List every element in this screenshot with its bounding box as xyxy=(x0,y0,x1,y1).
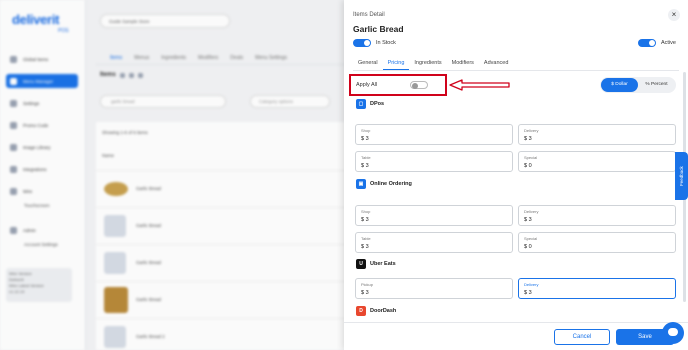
section-doordash: D DoorDash xyxy=(356,306,396,316)
uber-delivery-field[interactable]: Delivery $ 3 xyxy=(518,278,676,299)
online-special-field[interactable]: Special $ 0 xyxy=(518,232,676,253)
backdrop[interactable] xyxy=(0,0,344,350)
tab-ingredients[interactable]: Ingredients xyxy=(409,59,446,70)
tab-pricing[interactable]: Pricing xyxy=(382,59,410,70)
uber-pickup-field[interactable]: Pickup $ 3 xyxy=(355,278,513,299)
chat-icon[interactable] xyxy=(662,322,684,344)
dpos-shop-field[interactable]: Shop $ 3 xyxy=(355,124,513,145)
section-uber-eats: U Uber Eats xyxy=(356,259,396,269)
dpos-delivery-field[interactable]: Delivery $ 3 xyxy=(518,124,676,145)
tab-general[interactable]: General xyxy=(353,59,383,70)
close-icon[interactable]: × xyxy=(668,9,680,21)
online-shop-field[interactable]: Shop $ 3 xyxy=(355,205,513,226)
percent-option[interactable]: % Percent xyxy=(638,78,675,92)
price-mode-segment: $ Dollar % Percent xyxy=(600,77,676,93)
online-delivery-field[interactable]: Delivery $ 3 xyxy=(518,205,676,226)
tab-modifiers[interactable]: Modifiers xyxy=(447,59,479,70)
in-stock-label: In Stock xyxy=(376,40,396,46)
dollar-option[interactable]: $ Dollar xyxy=(601,78,638,92)
active-label: Active xyxy=(661,40,676,46)
panel-label: Items Detail xyxy=(353,12,385,18)
tab-divider xyxy=(353,70,679,71)
item-title: Garlic Bread xyxy=(353,24,404,34)
dpos-icon: ▢ xyxy=(356,99,366,109)
section-online-ordering: ▣ Online Ordering xyxy=(356,179,412,189)
detail-tabs: General Pricing Ingredients Modifiers Ad… xyxy=(353,59,513,70)
in-stock-toggle[interactable] xyxy=(353,39,371,47)
tab-advanced[interactable]: Advanced xyxy=(479,59,513,70)
dpos-table-field[interactable]: Table $ 3 xyxy=(355,151,513,172)
feedback-tab[interactable]: Feedback xyxy=(675,152,688,200)
section-dpos: ▢ DPos xyxy=(356,99,384,109)
panel-footer: Cancel Save xyxy=(344,322,688,350)
dpos-special-field[interactable]: Special $ 0 xyxy=(518,151,676,172)
apply-all-highlight-box xyxy=(349,74,447,96)
active-toggle[interactable] xyxy=(638,39,656,47)
cancel-button[interactable]: Cancel xyxy=(554,329,610,345)
online-table-field[interactable]: Table $ 3 xyxy=(355,232,513,253)
doordash-icon: D xyxy=(356,306,366,316)
online-ordering-icon: ▣ xyxy=(356,179,366,189)
items-detail-panel: Items Detail × Garlic Bread In Stock Act… xyxy=(344,0,688,350)
annotation-arrow-icon xyxy=(449,79,510,91)
uber-eats-icon: U xyxy=(356,259,366,269)
